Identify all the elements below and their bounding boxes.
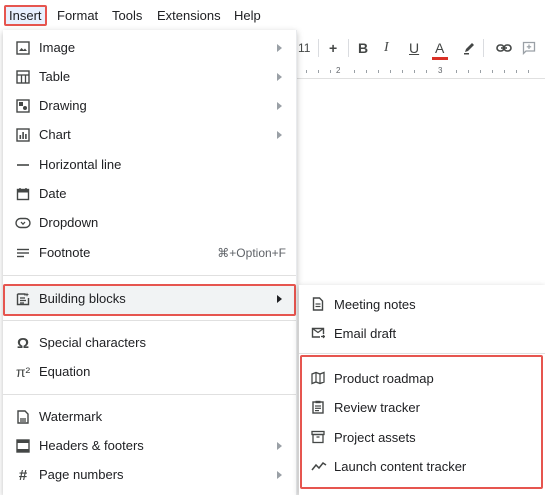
menu-item-headers-footers[interactable]: Headers & footers — [3, 432, 296, 460]
menu-item-label: Date — [39, 186, 67, 201]
submenu-arrow-icon — [277, 442, 282, 450]
horizontal-line-icon — [15, 157, 31, 173]
menu-item-drawing[interactable]: Drawing — [3, 92, 296, 120]
omega-icon: Ω — [16, 334, 30, 352]
submenu-item-label: Review tracker — [334, 400, 420, 415]
highlight-pen-icon[interactable] — [462, 41, 476, 55]
footnote-shortcut: ⌘+Option+F — [217, 246, 286, 260]
menu-item-label: Special characters — [39, 335, 146, 350]
menubar: Insert Format Tools Extensions Help — [0, 0, 545, 30]
menu-item-chart[interactable]: Chart — [3, 121, 296, 149]
menu-item-label: Drawing — [39, 98, 87, 113]
document-icon — [311, 297, 327, 313]
submenu-item-product-roadmap[interactable]: Product roadmap — [299, 365, 545, 393]
ruler-mark: 3 — [438, 66, 443, 75]
trend-icon — [311, 459, 327, 475]
menu-item-label: Dropdown — [39, 215, 99, 230]
submenu-arrow-icon — [277, 295, 282, 303]
menu-item-label: Horizontal line — [39, 157, 122, 172]
menu-item-label: Building blocks — [39, 291, 126, 306]
bold-button[interactable]: B — [358, 40, 368, 56]
image-icon — [15, 40, 31, 56]
submenu-arrow-icon — [277, 73, 282, 81]
text-color-swatch — [432, 57, 448, 60]
ruler: 2 3 — [296, 64, 545, 79]
calendar-icon — [15, 186, 31, 202]
ruler-mark: 2 — [336, 66, 341, 75]
menu-divider — [3, 394, 296, 395]
menu-divider — [3, 320, 296, 321]
menu-item-label: Footnote — [39, 245, 91, 260]
submenu-arrow-icon — [277, 44, 282, 52]
menu-item-label: Page numbers — [39, 467, 124, 482]
toolbar-divider — [348, 39, 349, 57]
hash-icon: # — [18, 466, 28, 484]
dropdown-icon — [15, 215, 31, 231]
insert-menu: Image Table Drawing Chart Horizontal lin… — [3, 30, 297, 495]
menubar-insert[interactable]: Insert — [4, 5, 47, 26]
submenu-divider — [299, 353, 545, 354]
menu-item-table[interactable]: Table — [3, 63, 296, 91]
menu-item-date[interactable]: Date — [3, 180, 296, 208]
menubar-tools[interactable]: Tools — [112, 8, 142, 23]
font-size-field[interactable]: 11 — [298, 41, 310, 55]
email-icon — [311, 326, 327, 342]
menubar-extensions[interactable]: Extensions — [157, 8, 221, 23]
drawing-icon — [15, 98, 31, 114]
menu-item-label: Equation — [39, 364, 91, 379]
submenu-item-label: Project assets — [334, 430, 416, 445]
menu-item-footnote[interactable]: Footnote ⌘+Option+F — [3, 239, 296, 267]
menu-item-label: Table — [39, 69, 71, 84]
submenu-arrow-icon — [277, 471, 282, 479]
submenu-item-email-draft[interactable]: Email draft — [299, 320, 545, 348]
map-icon — [311, 371, 327, 387]
menubar-format[interactable]: Format — [57, 8, 98, 23]
headers-footers-icon — [15, 438, 31, 454]
building-blocks-icon — [15, 291, 31, 307]
menu-item-image[interactable]: Image — [3, 34, 296, 62]
menu-item-equation[interactable]: π² Equation — [3, 358, 296, 386]
menu-item-label: Headers & footers — [39, 438, 144, 453]
archive-icon — [311, 430, 327, 446]
text-color-button[interactable]: A — [435, 40, 444, 56]
submenu-item-label: Meeting notes — [334, 297, 416, 312]
menu-item-special-characters[interactable]: Ω Special characters — [3, 329, 296, 357]
submenu-item-label: Launch content tracker — [334, 459, 467, 474]
menu-item-page-numbers[interactable]: # Page numbers — [3, 461, 296, 489]
submenu-item-meeting-notes[interactable]: Meeting notes — [299, 291, 545, 319]
menu-item-watermark[interactable]: Watermark — [3, 403, 296, 431]
menu-divider — [3, 275, 296, 276]
italic-button[interactable]: I — [384, 40, 389, 56]
chart-icon — [15, 127, 31, 143]
submenu-item-launch-content-tracker[interactable]: Launch content tracker — [299, 453, 545, 481]
menu-item-label: Watermark — [39, 409, 103, 424]
building-blocks-submenu: Meeting notes Email draft Product roadma… — [299, 285, 545, 495]
comment-icon[interactable] — [522, 41, 536, 55]
font-size-increase-button[interactable]: + — [329, 40, 337, 56]
pi-icon: π² — [15, 364, 31, 380]
toolbar: 11 + B I U A — [296, 36, 545, 62]
submenu-arrow-icon — [277, 102, 282, 110]
menu-item-dropdown[interactable]: Dropdown — [3, 209, 296, 237]
watermark-icon — [15, 409, 31, 425]
submenu-arrow-icon — [277, 131, 282, 139]
submenu-item-label: Product roadmap — [334, 371, 434, 386]
menu-item-label: Image — [39, 40, 76, 55]
menu-item-horizontal-line[interactable]: Horizontal line — [3, 151, 296, 179]
menu-item-building-blocks[interactable]: Building blocks — [3, 284, 296, 316]
footnote-icon — [15, 245, 31, 261]
clipboard-icon — [311, 400, 327, 416]
underline-button[interactable]: U — [409, 40, 419, 56]
link-icon[interactable] — [496, 42, 512, 54]
table-icon — [15, 69, 31, 85]
submenu-item-label: Email draft — [334, 326, 397, 341]
menu-item-label: Chart — [39, 127, 71, 142]
submenu-item-project-assets[interactable]: Project assets — [299, 424, 545, 452]
menubar-help[interactable]: Help — [234, 8, 261, 23]
submenu-item-review-tracker[interactable]: Review tracker — [299, 394, 545, 422]
toolbar-divider — [318, 39, 319, 57]
toolbar-divider — [483, 39, 484, 57]
